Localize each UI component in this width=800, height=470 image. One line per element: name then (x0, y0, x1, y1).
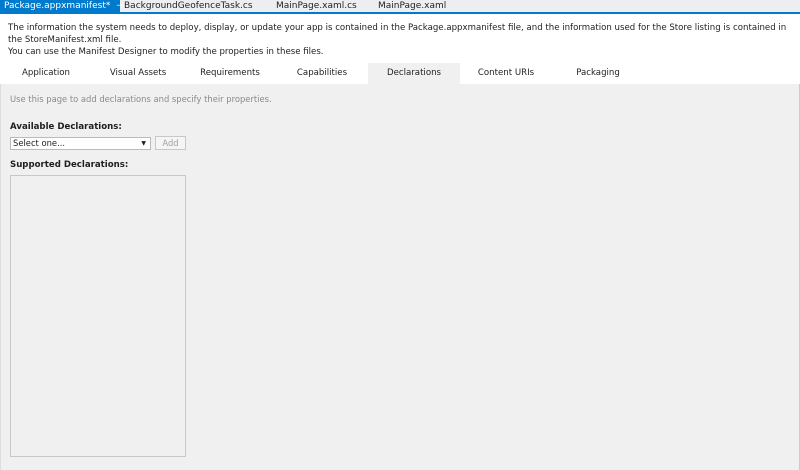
doc-tab-backgroundgeofencetask[interactable]: BackgroundGeofenceTask.cs (120, 0, 253, 12)
select-value: Select one... (13, 138, 66, 148)
tab-packaging[interactable]: Packaging (552, 63, 644, 84)
document-tab-bar: Package.appxmanifest* ⊸ ✕ BackgroundGeof… (0, 0, 800, 14)
available-declarations-select[interactable]: Select one... ▼ (10, 137, 151, 150)
doc-tab-package-appxmanifest[interactable]: Package.appxmanifest* ⊸ ✕ (0, 0, 137, 12)
intro-line: The information the system needs to depl… (8, 23, 787, 45)
page-hint: Use this page to add declarations and sp… (10, 94, 272, 104)
available-declarations-label: Available Declarations: (10, 122, 122, 132)
tab-application[interactable]: Application (0, 63, 92, 84)
tab-visual-assets[interactable]: Visual Assets (92, 63, 184, 84)
chevron-down-icon: ▼ (141, 140, 146, 147)
supported-declarations-list[interactable] (10, 175, 186, 457)
doc-tab-label: Package.appxmanifest* (4, 1, 111, 11)
manifest-tabs: Application Visual Assets Requirements C… (0, 63, 800, 84)
supported-declarations-label: Supported Declarations: (10, 160, 129, 170)
tab-content-uris[interactable]: Content URIs (460, 63, 552, 84)
doc-tab-mainpage-xaml[interactable]: MainPage.xaml (360, 0, 460, 12)
doc-tab-mainpage-xaml-cs[interactable]: MainPage.xaml.cs (246, 0, 360, 12)
tab-capabilities[interactable]: Capabilities (276, 63, 368, 84)
tab-requirements[interactable]: Requirements (184, 63, 276, 84)
intro-text: The information the system needs to depl… (0, 14, 800, 63)
intro-line: You can use the Manifest Designer to mod… (8, 47, 324, 57)
tab-declarations[interactable]: Declarations (368, 63, 460, 84)
add-button[interactable]: Add (155, 136, 186, 150)
